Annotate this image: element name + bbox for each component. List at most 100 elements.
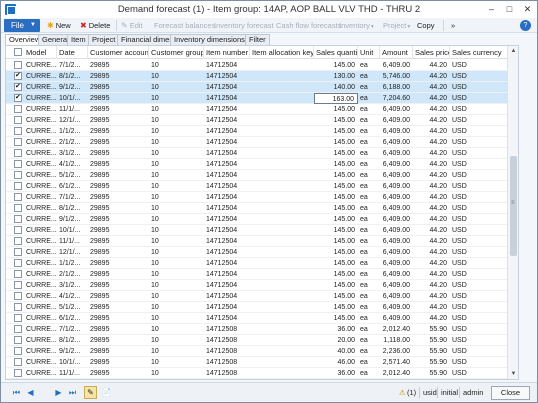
row-checkbox[interactable]	[14, 270, 22, 278]
row-checkbox[interactable]	[14, 105, 22, 113]
cell-item-number[interactable]: 14712504	[204, 126, 250, 137]
cell-amount[interactable]: 6,188.00	[380, 82, 413, 93]
cell-sales-currency[interactable]: USD	[450, 335, 508, 346]
cell-sales-price[interactable]: 44.20	[413, 137, 450, 148]
cell-sales-price[interactable]: 44.20	[413, 93, 450, 104]
cell-date[interactable]: 9/1/2...	[57, 346, 88, 357]
cell-customer-group[interactable]: 10	[149, 313, 204, 324]
cell-sales-quantity[interactable]: 145.00	[314, 60, 358, 71]
cell-date[interactable]: 1/1/2...	[57, 258, 88, 269]
table-row[interactable]: CURRE... 12/1/... 29895 10 14712504 145.00 ea 6…	[6, 247, 518, 258]
cell-unit[interactable]: ea	[358, 71, 380, 82]
table-row[interactable]: CURRE...8/1/2...298951014712504 130.00ea5…	[6, 71, 518, 82]
row-checkbox[interactable]	[14, 226, 22, 234]
cell-sales-currency[interactable]: USD	[450, 368, 508, 379]
cell-sales-currency[interactable]: USD	[450, 280, 508, 291]
cell-item-number[interactable]: 14712508	[204, 368, 250, 379]
table-row[interactable]: CURRE... 11/1/... 29895 10 14712508 36.00 ea 2,…	[6, 368, 518, 379]
cell-sales-price[interactable]: 44.20	[413, 302, 450, 313]
table-row[interactable]: CURRE... 4/1/2... 29895 10 14712504 145.00 ea 6…	[6, 291, 518, 302]
cell-item-number[interactable]: 14712504	[204, 71, 250, 82]
cell-sales-currency[interactable]: USD	[450, 203, 508, 214]
cell-item-allocation-key[interactable]	[250, 137, 314, 148]
cell-date[interactable]: 5/1/2...	[57, 170, 88, 181]
row-checkbox[interactable]	[14, 138, 22, 146]
cell-customer-group[interactable]: 10	[149, 181, 204, 192]
cell-sales-currency[interactable]: USD	[450, 93, 508, 104]
cell-amount[interactable]: 5,746.00	[380, 71, 413, 82]
cell-model[interactable]: CURRE...	[24, 324, 57, 335]
row-checkbox[interactable]	[14, 237, 22, 245]
notification-count[interactable]: (1)	[407, 388, 416, 397]
cell-date[interactable]: 11/1/...	[57, 104, 88, 115]
cell-customer-group[interactable]: 10	[149, 115, 204, 126]
cell-model[interactable]: CURRE...	[24, 192, 57, 203]
cell-sales-price[interactable]: 44.20	[413, 269, 450, 280]
cell-amount[interactable]: 6,409.00	[380, 148, 413, 159]
cell-amount[interactable]: 2,012.40	[380, 324, 413, 335]
notification-icon[interactable]: ⚠	[399, 388, 406, 397]
tab-filter[interactable]: Filter	[245, 34, 270, 45]
cell-item-number[interactable]: 14712504	[204, 181, 250, 192]
cell-item-allocation-key[interactable]	[250, 93, 314, 104]
cell-model[interactable]: CURRE...	[24, 346, 57, 357]
cell-item-number[interactable]: 14712504	[204, 137, 250, 148]
cell-customer-account[interactable]: 29895	[88, 302, 149, 313]
cell-customer-account[interactable]: 29895	[88, 82, 149, 93]
cell-sales-price[interactable]: 44.20	[413, 247, 450, 258]
cell-customer-group[interactable]: 10	[149, 214, 204, 225]
cell-item-allocation-key[interactable]	[250, 247, 314, 258]
cell-date[interactable]: 9/1/2...	[57, 214, 88, 225]
cell-customer-account[interactable]: 29895	[88, 60, 149, 71]
cell-item-number[interactable]: 14712504	[204, 82, 250, 93]
cell-item-number[interactable]: 14712504	[204, 203, 250, 214]
cell-amount[interactable]: 6,409.00	[380, 214, 413, 225]
cell-unit[interactable]: ea	[358, 291, 380, 302]
cell-sales-currency[interactable]: USD	[450, 159, 508, 170]
cell-unit[interactable]: ea	[358, 82, 380, 93]
cell-sales-price[interactable]: 55.90	[413, 368, 450, 379]
cell-sales-quantity[interactable]: 36.00	[314, 368, 358, 379]
last-record-icon[interactable]: ⏭	[67, 387, 78, 398]
cell-customer-account[interactable]: 29895	[88, 225, 149, 236]
cell-sales-quantity[interactable]: 145.00	[314, 170, 358, 181]
cell-sales-price[interactable]: 44.20	[413, 82, 450, 93]
cell-item-number[interactable]: 14712508	[204, 324, 250, 335]
cell-customer-account[interactable]: 29895	[88, 148, 149, 159]
cell-item-number[interactable]: 14712504	[204, 159, 250, 170]
cell-item-allocation-key[interactable]	[250, 82, 314, 93]
table-row[interactable]: CURRE... 7/1/2... 29895 10 14712504 145.00 ea 6…	[6, 60, 518, 71]
cell-sales-quantity[interactable]: 145.00	[314, 137, 358, 148]
col-header-sales-currency[interactable]: Sales currency	[450, 46, 508, 59]
cell-sales-quantity[interactable]: 145.00	[314, 192, 358, 203]
row-checkbox[interactable]	[14, 127, 22, 135]
cell-item-number[interactable]: 14712504	[204, 280, 250, 291]
row-checkbox[interactable]	[14, 314, 22, 322]
cell-item-number[interactable]: 14712504	[204, 192, 250, 203]
cell-sales-quantity[interactable]: 163.00	[314, 93, 358, 104]
cell-sales-price[interactable]: 55.90	[413, 335, 450, 346]
cell-sales-quantity[interactable]: 145.00	[314, 236, 358, 247]
cell-date[interactable]: 5/1/2...	[57, 302, 88, 313]
cell-sales-price[interactable]: 44.20	[413, 280, 450, 291]
row-checkbox[interactable]	[14, 116, 22, 124]
cell-model[interactable]: CURRE...	[24, 302, 57, 313]
row-checkbox[interactable]	[14, 215, 22, 223]
cell-date[interactable]: 11/1/...	[57, 368, 88, 379]
cell-sales-quantity[interactable]: 20.00	[314, 335, 358, 346]
cell-item-number[interactable]: 14712504	[204, 291, 250, 302]
cell-unit[interactable]: ea	[358, 236, 380, 247]
table-row[interactable]: CURRE...10/1/...298951014712504 163.00ea7…	[6, 93, 518, 104]
cell-customer-group[interactable]: 10	[149, 280, 204, 291]
cell-model[interactable]: CURRE...	[24, 159, 57, 170]
cell-sales-currency[interactable]: USD	[450, 269, 508, 280]
col-header-customer-group[interactable]: Customer group	[149, 46, 204, 59]
cell-unit[interactable]: ea	[358, 247, 380, 258]
cell-amount[interactable]: 6,409.00	[380, 203, 413, 214]
cell-customer-account[interactable]: 29895	[88, 324, 149, 335]
cell-customer-account[interactable]: 29895	[88, 258, 149, 269]
cell-model[interactable]: CURRE...	[24, 291, 57, 302]
cell-sales-currency[interactable]: USD	[450, 379, 508, 380]
cell-sales-quantity[interactable]: 145.00	[314, 214, 358, 225]
cell-date[interactable]: 3/1/2...	[57, 280, 88, 291]
